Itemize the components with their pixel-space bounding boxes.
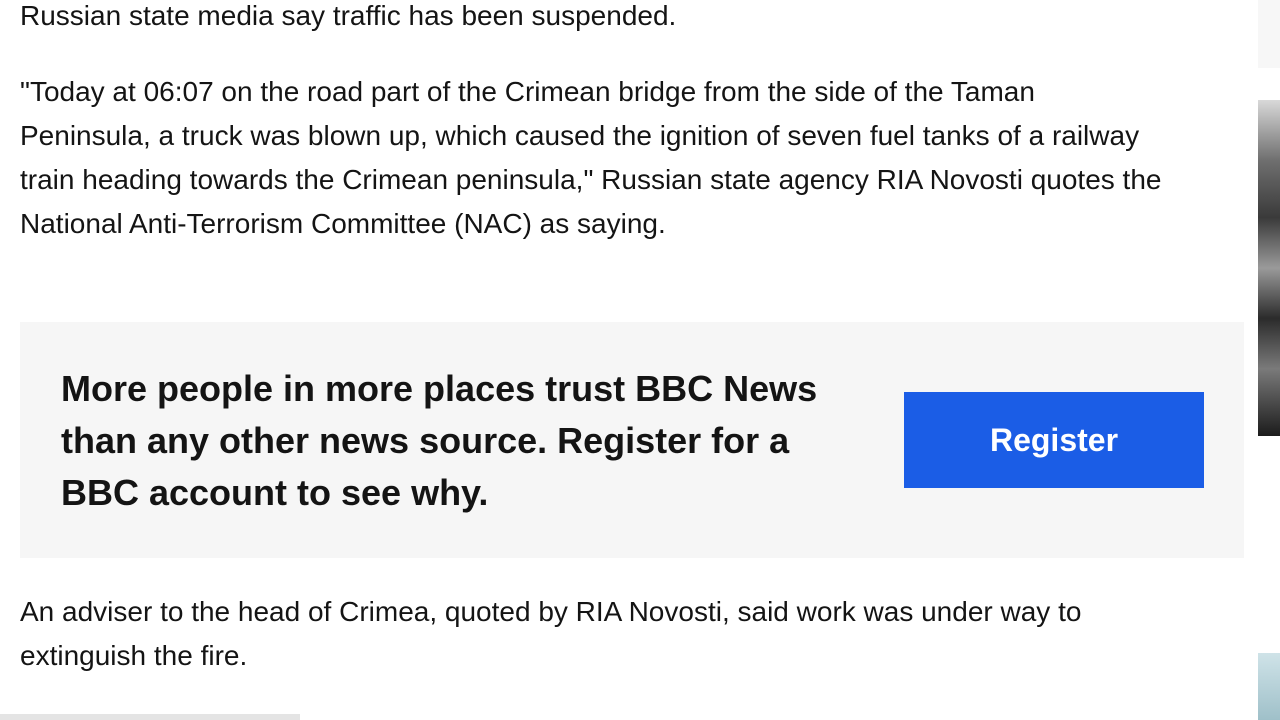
side-thumbnail-image-2[interactable] bbox=[1258, 653, 1280, 720]
paragraph-traffic-suspended: Russian state media say traffic has been… bbox=[20, 0, 677, 31]
register-button[interactable]: Register bbox=[904, 392, 1204, 488]
paragraph-nac-quote: "Today at 06:07 on the road part of the … bbox=[20, 76, 1162, 239]
register-promo-text: More people in more places trust BBC New… bbox=[61, 368, 818, 513]
side-thumbnail-image[interactable] bbox=[1258, 100, 1280, 436]
scroll-indicator bbox=[0, 714, 300, 720]
side-rail-panel bbox=[1258, 0, 1280, 68]
paragraph-adviser: An adviser to the head of Crimea, quoted… bbox=[20, 596, 1082, 671]
